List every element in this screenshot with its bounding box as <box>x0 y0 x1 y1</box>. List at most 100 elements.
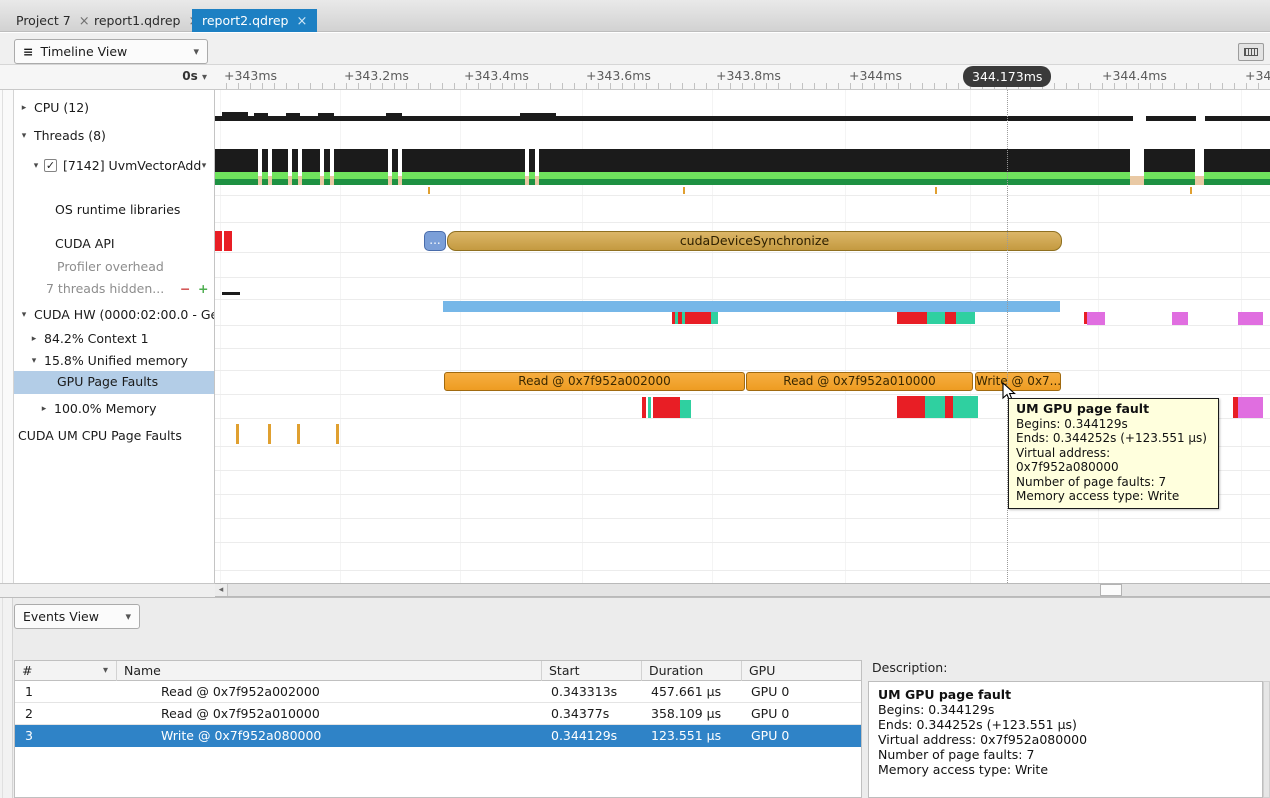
description-panel: UM GPU page fault Begins: 0.344129s Ends… <box>868 681 1263 798</box>
tree-item-thread-7142[interactable]: ▾ ✓ [7142] UvmVectorAdd ▾ <box>14 156 215 176</box>
timeline-horizontal-scrollbar[interactable]: ◂ <box>215 583 1270 597</box>
page-fault-bar-read2[interactable]: Read @ 0x7f952a010000 <box>746 372 973 391</box>
timeline-canvas[interactable]: ... cudaDeviceSynchronize Read @ 0x7f952 <box>215 90 1270 583</box>
thread-gap <box>525 147 529 185</box>
thread-gap <box>298 147 302 185</box>
tree-item-threads-hidden[interactable]: 7 threads hidden... − + <box>14 279 215 299</box>
tab-label: report2.qdrep <box>202 13 288 28</box>
thread-gap <box>535 147 539 185</box>
cuda-api-call[interactable] <box>215 231 222 251</box>
event-row-1[interactable]: 1 Read @ 0x7f952a002000 0.343313s 457.66… <box>15 681 861 703</box>
tree-item-cuda-um-cpu-page-faults[interactable]: CUDA UM CPU Page Faults <box>14 426 215 446</box>
collapsed-calls-badge[interactable]: ... <box>424 231 446 251</box>
ruler-minor-ticks <box>215 83 1270 89</box>
tree-item-profiler-overhead[interactable]: Profiler overhead <box>14 257 215 277</box>
thread-gap <box>288 147 292 185</box>
view-selector-label: Timeline View <box>40 44 127 59</box>
sort-desc-icon: ▾ <box>103 661 108 681</box>
menu-icon: ≡ <box>23 44 33 59</box>
column-header-gpu[interactable]: GPU <box>741 661 861 681</box>
tab-label: report1.qdrep <box>94 13 180 28</box>
ruler-tick: +344.6ms <box>1245 68 1270 83</box>
thread-gap <box>1130 147 1144 185</box>
timeline-ruler[interactable]: +343ms +343.2ms +343.4ms +343.6ms +343.8… <box>215 65 1270 90</box>
kernel-bar[interactable] <box>443 301 1060 312</box>
nsight-systems-window: Project 7× report1.qdrep× report2.qdrep×… <box>0 0 1270 798</box>
event-row-3-selected[interactable]: 3 Write @ 0x7f952a080000 0.344129s 123.5… <box>15 725 861 747</box>
chevron-right-icon[interactable]: ▸ <box>28 329 40 349</box>
tree-scroll-strip[interactable] <box>0 90 14 583</box>
timeline-origin-dropdown[interactable]: 0s ▾ <box>182 69 207 83</box>
ruler-tick: +343ms <box>224 68 277 83</box>
ruler-tick: +343.8ms <box>716 68 781 83</box>
tab-report1[interactable]: report1.qdrep× <box>84 9 209 32</box>
tooltip-line: Virtual address: 0x7f952a080000 <box>1016 446 1211 475</box>
thread-visibility-checkbox[interactable]: ✓ <box>44 159 57 172</box>
column-header-duration[interactable]: Duration <box>641 661 741 681</box>
description-line: Begins: 0.344129s <box>878 702 1253 717</box>
ruler-tick: +343.6ms <box>586 68 651 83</box>
event-row-2[interactable]: 2 Read @ 0x7f952a010000 0.34377s 358.109… <box>15 703 861 725</box>
description-line: Number of page faults: 7 <box>878 747 1253 762</box>
chevron-down-icon[interactable]: ▾ <box>198 156 210 176</box>
keyboard-icon <box>1244 48 1258 56</box>
minus-icon[interactable]: − <box>180 279 190 299</box>
keyboard-shortcuts-button[interactable] <box>1238 43 1264 61</box>
tree-item-context1[interactable]: ▸ 84.2% Context 1 <box>14 329 215 349</box>
thread-gap <box>258 147 262 185</box>
view-selector-dropdown[interactable]: ≡ Timeline View ▾ <box>14 39 208 64</box>
cuda-device-synchronize-bar[interactable]: cudaDeviceSynchronize <box>447 231 1062 251</box>
column-header-name[interactable]: Name <box>116 661 541 681</box>
scrollbar-thumb[interactable] <box>1100 584 1122 596</box>
thread-gap <box>268 147 272 185</box>
tree-item-memory[interactable]: ▸ 100.0% Memory <box>14 399 215 419</box>
tooltip-line: Number of page faults: 7 <box>1016 475 1211 490</box>
chevron-down-icon[interactable]: ▾ <box>30 156 42 176</box>
hidden-thread-activity <box>222 292 240 295</box>
chevron-down-icon[interactable]: ▾ <box>28 351 40 371</box>
scroll-left-arrow[interactable]: ◂ <box>215 584 228 596</box>
scrollbar-spacer <box>0 583 215 597</box>
chevron-right-icon[interactable]: ▸ <box>18 98 30 118</box>
thread-gap <box>320 147 324 185</box>
description-line: Virtual address: 0x7f952a080000 <box>878 732 1253 747</box>
close-icon[interactable]: × <box>296 14 307 29</box>
timeline-row-tree: ▸ CPU (12) ▾ Threads (8) ▾ ✓ [7142] UvmV… <box>14 90 215 583</box>
events-scroll-strip <box>0 598 13 798</box>
column-header-start[interactable]: Start <box>541 661 641 681</box>
tree-item-threads[interactable]: ▾ Threads (8) <box>14 126 215 146</box>
tree-item-unified-memory[interactable]: ▾ 15.8% Unified memory <box>14 351 215 371</box>
chevron-down-icon: ▾ <box>193 40 199 63</box>
ruler-tick: +344.4ms <box>1102 68 1167 83</box>
tooltip-title: UM GPU page fault <box>1016 402 1211 417</box>
page-fault-bar-read1[interactable]: Read @ 0x7f952a002000 <box>444 372 745 391</box>
cuda-api-call[interactable] <box>224 231 232 251</box>
chevron-down-icon[interactable]: ▾ <box>18 305 30 325</box>
tooltip-line: Ends: 0.344252s (+123.551 µs) <box>1016 431 1211 446</box>
description-line: Memory access type: Write <box>878 762 1253 777</box>
ruler-origin-cell: 0s ▾ <box>0 65 215 90</box>
tooltip-line: Memory access type: Write <box>1016 489 1211 504</box>
ruler-tick: +343.4ms <box>464 68 529 83</box>
cursor-time-badge: 344.173ms <box>963 66 1051 87</box>
tree-item-cuda-api[interactable]: CUDA API <box>14 234 215 254</box>
tree-item-cpu[interactable]: ▸ CPU (12) <box>14 98 215 118</box>
tree-item-gpu-page-faults[interactable]: GPU Page Faults <box>14 372 215 392</box>
tree-item-cuda-hw[interactable]: ▾ CUDA HW (0000:02:00.0 - GeF <box>14 305 215 325</box>
chevron-right-icon[interactable]: ▸ <box>38 399 50 419</box>
tree-item-os-runtime[interactable]: OS runtime libraries <box>14 200 215 220</box>
chevron-down-icon[interactable]: ▾ <box>18 126 30 146</box>
tooltip-line: Begins: 0.344129s <box>1016 417 1211 432</box>
column-header-num[interactable]: # ▾ <box>15 661 116 681</box>
events-view-dropdown[interactable]: Events View ▾ <box>14 604 140 629</box>
chevron-down-icon: ▾ <box>125 605 131 628</box>
toolbar: ≡ Timeline View ▾ <box>0 33 1270 65</box>
ruler-tick: +343.2ms <box>344 68 409 83</box>
events-table-header: # ▾ Name Start Duration GPU <box>15 661 861 681</box>
thread-gap <box>1195 147 1204 185</box>
events-table: # ▾ Name Start Duration GPU 1 Read @ 0x7… <box>14 660 862 798</box>
description-scrollbar[interactable] <box>1263 681 1270 798</box>
hover-tooltip: UM GPU page fault Begins: 0.344129s Ends… <box>1008 398 1219 509</box>
tab-report2-active[interactable]: report2.qdrep × <box>192 9 317 32</box>
plus-icon[interactable]: + <box>198 279 208 299</box>
